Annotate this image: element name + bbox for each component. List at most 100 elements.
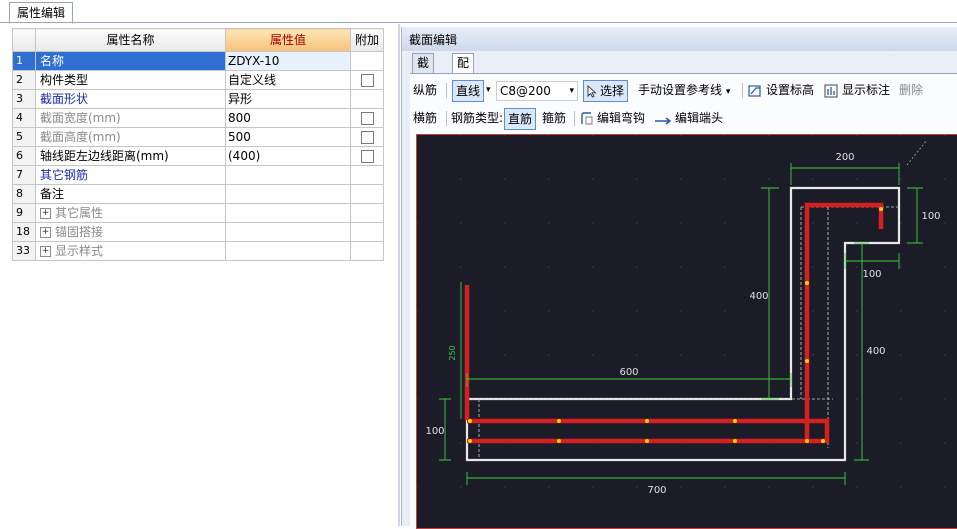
rebar-point[interactable] (557, 439, 561, 443)
line-mode-button[interactable]: 直线 (452, 80, 485, 102)
grid-dot (812, 222, 814, 224)
grid-dot (944, 354, 946, 356)
grid-dot (944, 486, 946, 488)
edit-bend-button[interactable]: 编辑弯钩 (580, 109, 645, 127)
rebar-point[interactable] (733, 419, 737, 423)
property-name[interactable]: 截面宽度(mm) (35, 108, 226, 128)
row-number: 33 (12, 241, 36, 261)
set-elevation-button[interactable]: 设置标高 (748, 81, 814, 99)
grid-dot (417, 266, 418, 268)
grid-dot (548, 135, 550, 136)
property-name[interactable]: + 锚固搭接 (35, 222, 226, 242)
grid-dot (900, 178, 902, 180)
manual-reference-line-button[interactable]: 手动设置参考线 ▾ (638, 81, 730, 99)
extra-checkbox[interactable] (360, 150, 374, 163)
property-name[interactable]: 截面高度(mm) (35, 127, 226, 147)
rebar-point[interactable] (805, 439, 809, 443)
rebar-point[interactable] (821, 439, 825, 443)
property-row[interactable]: 8 备注 (12, 184, 384, 204)
section-editor-body: 纵筋 直线 ▾ C8@200 ▾ 选择 手动设置参考线 ▾ 设置标高 显示标注 删… (410, 73, 957, 529)
rebar-bottom-loop[interactable] (467, 418, 830, 444)
property-row[interactable]: 18 + 锚固搭接 (12, 222, 384, 242)
property-name[interactable]: 截面形状 (35, 89, 226, 109)
property-name[interactable]: 其它钢筋 (35, 165, 226, 185)
property-name[interactable]: 名称 (35, 51, 226, 71)
rebar-group[interactable] (464, 202, 884, 444)
rebar-point[interactable] (468, 419, 472, 423)
rebar-spec-select[interactable]: C8@200 ▾ (496, 81, 578, 101)
grid-dot (900, 354, 902, 356)
expand-icon[interactable]: + (40, 208, 51, 219)
property-value[interactable]: 800 (225, 108, 351, 128)
rebar-point[interactable] (805, 281, 809, 285)
grid-dot (592, 310, 594, 312)
rebar-point[interactable] (468, 439, 472, 443)
extra-checkbox[interactable] (360, 74, 374, 87)
show-dimensions-button[interactable]: 显示标注 (824, 81, 890, 99)
property-row[interactable]: 7 其它钢筋 (12, 165, 384, 185)
tab-property-editor[interactable]: 属性编辑 (9, 2, 74, 24)
property-name[interactable]: + 显示样式 (35, 241, 226, 261)
expand-icon[interactable]: + (40, 246, 51, 257)
grid-dot (460, 442, 462, 444)
property-value[interactable] (225, 165, 351, 185)
grid-dot (724, 354, 726, 356)
delete-button[interactable]: 删除 (899, 81, 923, 99)
rebar-point[interactable] (879, 207, 883, 211)
property-value[interactable] (225, 184, 351, 204)
property-name[interactable]: + 其它属性 (35, 203, 226, 223)
grid-dot (856, 222, 858, 224)
stirrup-button[interactable]: 箍筋 (542, 109, 566, 127)
row-number: 9 (12, 203, 36, 223)
property-row[interactable]: 9 + 其它属性 (12, 203, 384, 223)
rebar-point[interactable] (557, 419, 561, 423)
property-row[interactable]: 4 截面宽度(mm) 800 (12, 108, 384, 128)
property-row[interactable]: 1 名称 ZDYX-10 (12, 51, 384, 71)
property-row[interactable]: 3 截面形状 异形 (12, 89, 384, 109)
property-name-text: 锚固搭接 (55, 225, 104, 239)
grid-dot (460, 486, 462, 488)
straight-bar-button[interactable]: 直筋 (504, 108, 537, 130)
extra-checkbox[interactable] (360, 131, 374, 144)
section-drawing-canvas[interactable]: 200 100 100 400 400 600 100 700 250 (416, 134, 957, 529)
property-name[interactable]: 备注 (35, 184, 226, 204)
grid-dot (900, 398, 902, 400)
tab-reinforcement[interactable]: 配筋 (452, 53, 475, 89)
property-value[interactable]: ZDYX-10 (225, 51, 351, 71)
property-name[interactable]: 构件类型 (35, 70, 226, 90)
property-value[interactable] (225, 222, 351, 242)
grid-dot (417, 222, 418, 224)
chevron-down-icon[interactable]: ▾ (486, 81, 491, 99)
property-extra (350, 222, 384, 242)
rebar-point[interactable] (645, 439, 649, 443)
property-row[interactable]: 2 构件类型 自定义线 (12, 70, 384, 90)
rebar-point[interactable] (805, 359, 809, 363)
property-row[interactable]: 33 + 显示样式 (12, 241, 384, 261)
grid-dot (417, 135, 418, 136)
edit-end-button[interactable]: 编辑端头 (654, 109, 723, 127)
property-name[interactable]: 轴线距左边线距离(mm) (35, 146, 226, 166)
pane-divider[interactable] (398, 24, 400, 526)
select-button[interactable]: 选择 (583, 80, 629, 102)
rebar-point[interactable] (733, 439, 737, 443)
property-value[interactable]: 异形 (225, 89, 351, 109)
grid-dot (724, 486, 726, 488)
dim-vertical-right: 400 (866, 346, 885, 357)
property-row[interactable]: 6 轴线距左边线距离(mm) (400) (12, 146, 384, 166)
grid-dot (856, 486, 858, 488)
rebar-point[interactable] (645, 419, 649, 423)
grid-dot (812, 354, 814, 356)
property-value[interactable]: 500 (225, 127, 351, 147)
property-value[interactable] (225, 241, 351, 261)
section-drawing[interactable]: 200 100 100 400 400 600 100 700 250 (417, 135, 957, 528)
chevron-down-icon: ▾ (725, 87, 731, 97)
property-value[interactable] (225, 203, 351, 223)
row-number: 5 (12, 127, 36, 147)
property-row[interactable]: 5 截面高度(mm) 500 (12, 127, 384, 147)
tab-section[interactable]: 截面 (412, 53, 435, 89)
row-number: 4 (12, 108, 36, 128)
expand-icon[interactable]: + (40, 227, 51, 238)
property-value[interactable]: (400) (225, 146, 351, 166)
extra-checkbox[interactable] (360, 112, 374, 125)
property-value[interactable]: 自定义线 (225, 70, 351, 90)
